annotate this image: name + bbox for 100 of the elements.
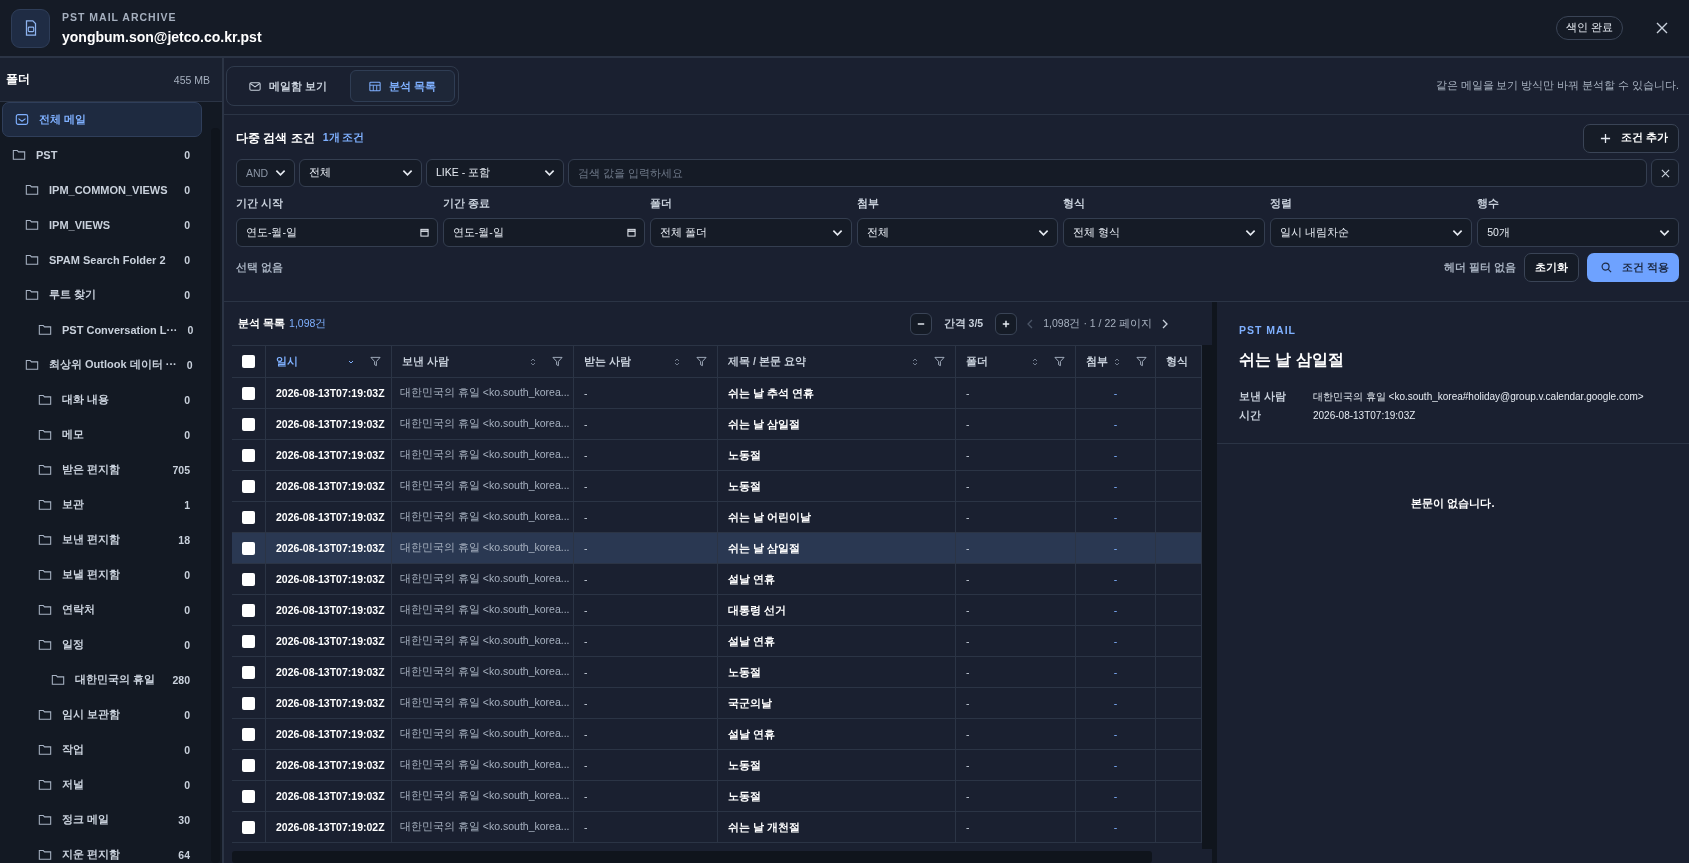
folder-cell: - [956, 440, 1076, 470]
table-row[interactable]: 2026-08-13T07:19:02Z 대한민국의 휴일 <ko.south_korea... - 쉬는 날 개천절 - - [232, 812, 1202, 843]
reset-button[interactable]: 초기화 [1524, 253, 1580, 282]
folder-item[interactable]: 연락처 0 [0, 592, 204, 627]
folder-count: 0 [187, 323, 194, 336]
filter-select[interactable]: 50개 [1477, 218, 1679, 247]
filter-select[interactable]: 전체 [856, 218, 1059, 247]
folder-item[interactable]: 일정 0 [0, 627, 204, 662]
folder-name: SPAM Search Folder 2 [49, 253, 167, 266]
column-header[interactable]: 일시 [266, 346, 392, 377]
detail-label: 보낸 사람 [1239, 389, 1287, 404]
sidebar-title: 폴더 [6, 71, 30, 88]
date-field[interactable]: 연도-월-일 [236, 218, 438, 247]
table-row[interactable]: 2026-08-13T07:19:03Z 대한민국의 휴일 <ko.south_korea... - 노동절 - - [232, 657, 1202, 688]
subject-cell: 쉬는 날 삼일절 [718, 533, 956, 563]
date-cell: 2026-08-13T07:19:03Z [266, 440, 392, 470]
detail-value: 대한민국의 휴일 <ko.south_korea#holiday@group.v.calendar.google.com> [1313, 389, 1644, 404]
folder-item[interactable]: 전체 메일 [2, 102, 202, 137]
folder-name: 일정 [62, 637, 85, 652]
folder-item[interactable]: 임시 보관함 0 [0, 697, 204, 732]
sender-cell: 대한민국의 휴일 <ko.south_korea... [392, 719, 574, 749]
search-field[interactable]: 검색 값을 입력하세요 [568, 159, 1647, 187]
recipient-cell: - [574, 781, 718, 811]
filter-select[interactable]: 전체 형식 [1063, 218, 1266, 247]
view-tab[interactable]: 분석 목록 [350, 70, 456, 102]
folder-name: PST [36, 148, 59, 161]
subject-cell: 설날 연휴 [718, 626, 956, 656]
table-row[interactable]: 2026-08-13T07:19:03Z 대한민국의 휴일 <ko.south_korea... - 쉬는 날 삼일절 - - [232, 409, 1202, 440]
folder-item[interactable]: SPAM Search Folder 2 0 [0, 242, 204, 277]
folder-item[interactable]: 보낼 편지함 0 [0, 557, 204, 592]
table-row[interactable]: 2026-08-13T07:19:03Z 대한민국의 휴일 <ko.south_korea... - 설날 연휴 - - [232, 564, 1202, 595]
attachment-cell: - [1076, 595, 1156, 625]
column-header[interactable]: 첨부 [1076, 346, 1156, 377]
folder-item[interactable]: 대화 내용 0 [0, 382, 204, 417]
folder-item[interactable]: PST Conversation L··· 0 [0, 312, 204, 347]
recipient-cell: - [574, 657, 718, 687]
subject-cell: 국군의날 [718, 688, 956, 718]
table-row[interactable]: 2026-08-13T07:19:03Z 대한민국의 휴일 <ko.south_korea... - 노동절 - - [232, 440, 1202, 471]
table-row[interactable]: 2026-08-13T07:19:03Z 대한민국의 휴일 <ko.south_korea... - 국군의날 - - [232, 688, 1202, 719]
folder-name: 보관 [62, 497, 85, 512]
storage-size: 455 MB [173, 73, 210, 86]
pagination-label: 1,098건 · 1 / 22 페이지 [1043, 316, 1152, 331]
table-row[interactable]: 2026-08-13T07:19:03Z 대한민국의 휴일 <ko.south_korea... - 쉬는 날 삼일절 - - [232, 533, 1202, 564]
match-select[interactable]: LIKE - 포함 [426, 159, 564, 187]
field-select[interactable]: 전체 [299, 159, 422, 187]
attachment-cell: - [1076, 750, 1156, 780]
folder-item[interactable]: 메모 0 [0, 417, 204, 452]
operator-select[interactable]: AND [236, 159, 295, 187]
folder-name: 전체 메일 [39, 112, 87, 127]
folder-item[interactable]: 저널 0 [0, 767, 204, 802]
folder-count: 30 [178, 813, 190, 826]
folder-item[interactable]: PST 0 [0, 137, 204, 172]
sender-cell: 대한민국의 휴일 <ko.south_korea... [392, 502, 574, 532]
table-row[interactable]: 2026-08-13T07:19:03Z 대한민국의 휴일 <ko.south_korea... - 노동절 - - [232, 471, 1202, 502]
folder-count: 0 [184, 288, 190, 301]
table-row[interactable]: 2026-08-13T07:19:03Z 대한민국의 휴일 <ko.south_korea... - 노동절 - - [232, 781, 1202, 812]
column-header[interactable]: 받는 사람 [574, 346, 718, 377]
folder-name: 대화 내용 [62, 392, 111, 407]
date-field[interactable]: 연도-월-일 [442, 218, 645, 247]
folder-item[interactable]: 대한민국의 휴일 280 [0, 662, 204, 697]
table-row[interactable]: 2026-08-13T07:19:03Z 대한민국의 휴일 <ko.south_korea... - 쉬는 날 추석 연휴 - - [232, 378, 1202, 409]
folder-item[interactable]: 보관 1 [0, 487, 204, 522]
folder-count: 705 [172, 463, 190, 476]
folder-item[interactable]: 보낸 편지함 18 [0, 522, 204, 557]
filter-select[interactable]: 전체 폴더 [649, 218, 852, 247]
column-header[interactable]: 보낸 사람 [392, 346, 574, 377]
filter-select[interactable]: 일시 내림차순 [1270, 218, 1473, 247]
folder-name: 작업 [62, 742, 85, 757]
folder-count: 0 [184, 708, 190, 721]
attachment-cell: - [1076, 378, 1156, 408]
folder-item[interactable]: 지운 편지함 64 [0, 837, 204, 863]
recipient-cell: - [574, 626, 718, 656]
table-row[interactable]: 2026-08-13T07:19:03Z 대한민국의 휴일 <ko.south_korea... - 설날 연휴 - - [232, 626, 1202, 657]
sender-cell: 대한민국의 휴일 <ko.south_korea... [392, 688, 574, 718]
folder-item[interactable]: 최상위 Outlook 데이터 ··· 0 [0, 347, 204, 382]
sender-cell: 대한민국의 휴일 <ko.south_korea... [392, 781, 574, 811]
add-condition-button[interactable]: 조건 추가 [1583, 123, 1679, 153]
table-row[interactable]: 2026-08-13T07:19:03Z 대한민국의 휴일 <ko.south_korea... - 설날 연휴 - - [232, 719, 1202, 750]
folder-count: 0 [184, 603, 190, 616]
recipient-cell: - [574, 533, 718, 563]
recipient-cell: - [574, 750, 718, 780]
view-tab[interactable]: 메일함 보기 [230, 70, 347, 102]
subject-cell: 쉬는 날 삼일절 [718, 409, 956, 439]
sender-cell: 대한민국의 휴일 <ko.south_korea... [392, 564, 574, 594]
folder-item[interactable]: 작업 0 [0, 732, 204, 767]
table-row[interactable]: 2026-08-13T07:19:03Z 대한민국의 휴일 <ko.south_korea... - 대통령 선거 - - [232, 595, 1202, 626]
detail-value: 2026-08-13T07:19:03Z [1313, 410, 1416, 421]
folder-item[interactable]: 루트 찾기 0 [0, 277, 204, 312]
folder-count: 0 [184, 568, 190, 581]
column-header[interactable]: 폴더 [956, 346, 1076, 377]
folder-item[interactable]: IPM_VIEWS 0 [0, 207, 204, 242]
folder-item[interactable]: IPM_COMMON_VIEWS 0 [0, 172, 204, 207]
folder-cell: - [956, 688, 1076, 718]
apply-button[interactable]: 조건 적용 [1587, 253, 1679, 282]
view-hint: 같은 메일을 보기 방식만 바꿔 분석할 수 있습니다. [1435, 79, 1679, 93]
folder-item[interactable]: 정크 메일 30 [0, 802, 204, 837]
folder-item[interactable]: 받은 편지함 705 [0, 452, 204, 487]
folder-cell: - [956, 533, 1076, 563]
column-header[interactable]: 제목 / 본문 요약 [718, 346, 956, 377]
table-row[interactable]: 2026-08-13T07:19:03Z 대한민국의 휴일 <ko.south_korea... - 노동절 - - [232, 750, 1202, 781]
